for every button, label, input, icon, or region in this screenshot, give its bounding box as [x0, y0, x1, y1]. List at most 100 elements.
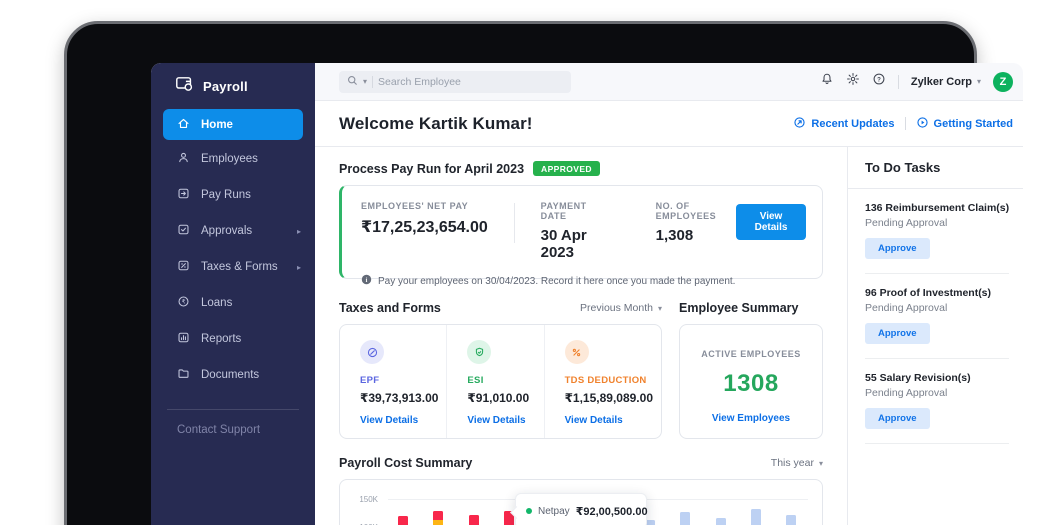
todo-task-investment-proof: 96 Proof of Investment(s) Pending Approv…	[865, 274, 1009, 359]
epf-view-details-link[interactable]: View Details	[360, 415, 418, 426]
svg-text:₹: ₹	[182, 299, 186, 306]
recent-updates-link[interactable]: Recent Updates	[793, 116, 894, 132]
chart-tooltip: Netpay ₹92,00,500.00	[515, 493, 647, 525]
payment-date-stat: PAYMENT DATE 30 Apr 2023	[541, 201, 610, 261]
chart-filter-dropdown[interactable]: This year ▾	[771, 457, 823, 469]
epf-column: EPF ₹39,73,913.00 View Details	[340, 325, 446, 438]
active-employees-label: ACTIVE EMPLOYEES	[680, 349, 822, 359]
svg-text:?: ?	[877, 76, 881, 83]
esi-view-details-link[interactable]: View Details	[467, 415, 525, 426]
employee-summary-title: Employee Summary	[679, 301, 799, 315]
payrun-card: EMPLOYEES' NET PAY ₹17,25,23,654.00 PAYM…	[339, 185, 823, 279]
esi-value: ₹91,010.00	[467, 391, 535, 405]
notifications-icon[interactable]	[820, 72, 834, 91]
topbar-divider	[898, 75, 899, 89]
payrun-title: Process Pay Run for April 2023	[339, 162, 524, 176]
todo-panel: To Do Tasks 136 Reimbursement Claim(s) P…	[847, 147, 1023, 525]
sidebar-item-documents[interactable]: Documents	[151, 357, 315, 393]
svg-text:i: i	[366, 277, 368, 284]
chart-bar[interactable]	[716, 518, 726, 525]
employees-icon	[177, 151, 190, 167]
sidebar-item-pay-runs[interactable]: Pay Runs	[151, 177, 315, 213]
chart-bar[interactable]	[433, 511, 443, 525]
task-divider	[865, 443, 1009, 444]
employee-count-stat: NO. OF EMPLOYEES 1,308	[656, 201, 736, 244]
net-pay-stat: EMPLOYEES' NET PAY ₹17,25,23,654.00	[361, 201, 488, 237]
chart-bar[interactable]	[786, 515, 796, 525]
tds-column: TDS DEDUCTION ₹1,15,89,089.00 View Detai…	[544, 325, 661, 438]
sidebar-item-taxes-forms[interactable]: Taxes & Forms ▸	[151, 249, 315, 285]
chart-title: Payroll Cost Summary	[339, 456, 472, 470]
payroll-cost-chart: 150K 100K Netpay ₹92,00,500.00	[339, 479, 823, 525]
contact-support-link[interactable]: Contact Support	[151, 424, 315, 436]
sidebar-item-reports[interactable]: Reports	[151, 321, 315, 357]
avatar[interactable]: Z	[993, 72, 1013, 92]
documents-icon	[177, 367, 190, 383]
tds-value: ₹1,15,89,089.00	[565, 391, 653, 405]
chart-bar[interactable]	[751, 509, 761, 525]
esi-column: ESI ₹91,010.00 View Details	[446, 325, 543, 438]
payroll-cost-section: Payroll Cost Summary This year ▾ 150K 10…	[339, 456, 823, 525]
status-badge: APPROVED	[533, 161, 600, 176]
getting-started-icon	[916, 116, 929, 132]
active-employees-count: 1308	[680, 370, 822, 398]
sidebar-item-approvals[interactable]: Approvals ▸	[151, 213, 315, 249]
todo-task-reimbursement: 136 Reimbursement Claim(s) Pending Appro…	[865, 189, 1009, 274]
tooltip-value: ₹92,00,500.00	[576, 505, 648, 518]
netpay-dot-icon	[526, 508, 532, 514]
loans-icon: ₹	[177, 295, 190, 311]
taxes-title: Taxes and Forms	[339, 301, 441, 315]
sidebar-item-loans[interactable]: ₹ Loans	[151, 285, 315, 321]
sidebar-nav: Home Employees Pay Runs Approvals ▸ Taxe…	[151, 107, 315, 393]
topbar: ▾ ? Zylker Corp ▾ Z	[315, 63, 1023, 101]
esi-shield-icon	[467, 340, 491, 364]
esi-label: ESI	[467, 375, 535, 386]
search-scope-caret-icon[interactable]: ▾	[363, 77, 367, 86]
pay-runs-icon	[177, 187, 190, 203]
main-area: ▾ ? Zylker Corp ▾ Z Welcome Kartik Kumar…	[315, 63, 1023, 525]
settings-icon[interactable]	[846, 72, 860, 91]
chevron-down-icon: ▾	[658, 304, 662, 313]
org-selector[interactable]: Zylker Corp ▾	[911, 76, 981, 88]
chart-bar[interactable]	[398, 516, 408, 525]
search-input[interactable]	[378, 76, 528, 88]
submenu-arrow-icon: ▸	[297, 263, 301, 272]
tds-percent-icon	[565, 340, 589, 364]
approve-salary-revisions-button[interactable]: Approve	[865, 408, 930, 429]
chart-bar[interactable]	[469, 515, 479, 525]
search-icon	[347, 73, 358, 91]
y-tick-150k: 150K	[348, 495, 378, 504]
stat-divider	[514, 203, 515, 243]
tds-view-details-link[interactable]: View Details	[565, 415, 623, 426]
payrun-section-header: Process Pay Run for April 2023 APPROVED	[339, 161, 823, 176]
page-title: Welcome Kartik Kumar!	[339, 114, 533, 134]
payrun-note: Pay your employees on 30/04/2023. Record…	[378, 276, 735, 287]
view-employees-link[interactable]: View Employees	[712, 413, 790, 424]
sidebar: Payroll Home Employees Pay Runs Approval…	[151, 63, 315, 525]
taxes-section: Taxes and Forms Previous Month ▾	[339, 301, 662, 439]
tooltip-series: Netpay	[538, 506, 570, 517]
links-divider	[905, 117, 906, 130]
sidebar-item-employees[interactable]: Employees	[151, 141, 315, 177]
epf-label: EPF	[360, 375, 438, 386]
payroll-wallet-icon	[175, 74, 194, 98]
home-icon	[177, 117, 190, 133]
content: Process Pay Run for April 2023 APPROVED …	[315, 147, 1023, 525]
chart-bar[interactable]	[680, 512, 690, 525]
taxes-filter-dropdown[interactable]: Previous Month ▾	[580, 302, 662, 314]
view-details-button[interactable]: View Details	[736, 204, 806, 240]
app-window: Payroll Home Employees Pay Runs Approval…	[151, 63, 1023, 525]
dashboard-column: Process Pay Run for April 2023 APPROVED …	[315, 147, 847, 525]
epf-value: ₹39,73,913.00	[360, 391, 438, 405]
info-icon: i	[361, 274, 372, 288]
sidebar-item-home[interactable]: Home	[163, 109, 303, 140]
approvals-icon	[177, 223, 190, 239]
reports-icon	[177, 331, 190, 347]
getting-started-link[interactable]: Getting Started	[916, 116, 1013, 132]
taxes-forms-icon	[177, 259, 190, 275]
epf-compass-icon	[360, 340, 384, 364]
search-box[interactable]: ▾	[339, 71, 571, 93]
approve-investment-proofs-button[interactable]: Approve	[865, 323, 930, 344]
help-icon[interactable]: ?	[872, 72, 886, 91]
approve-reimbursements-button[interactable]: Approve	[865, 238, 930, 259]
